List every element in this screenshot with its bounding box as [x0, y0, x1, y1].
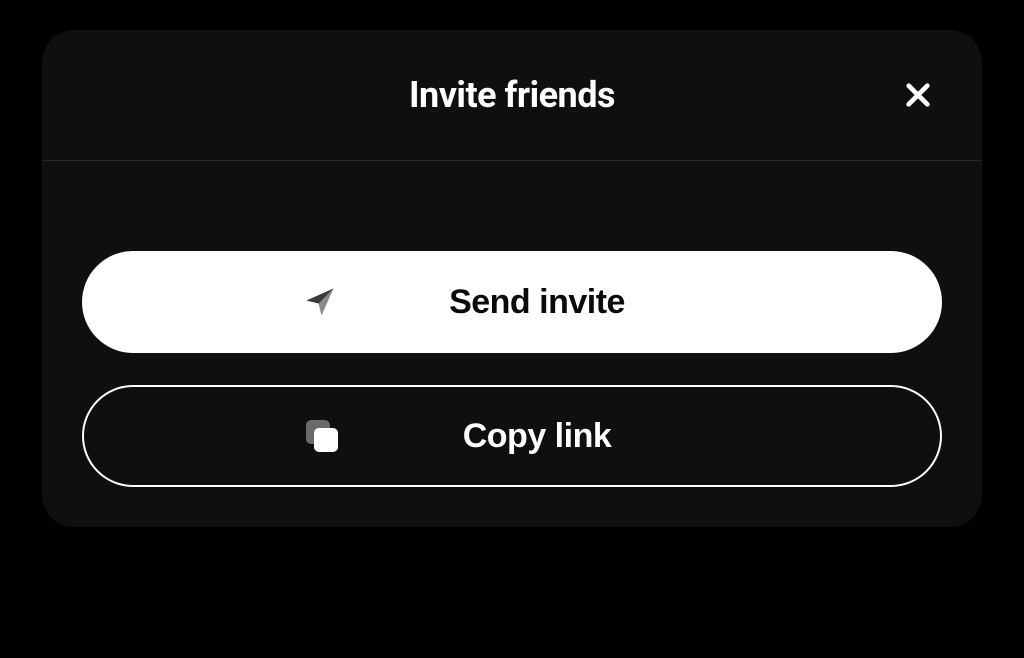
copy-icon [304, 418, 340, 454]
copy-link-button[interactable]: Copy link [82, 385, 942, 487]
send-invite-label: Send invite [449, 283, 625, 322]
close-button[interactable] [894, 71, 942, 119]
send-invite-button[interactable]: Send invite [82, 251, 942, 353]
copy-link-label: Copy link [463, 417, 612, 456]
dialog-body: Send invite Copy link [42, 161, 982, 527]
invite-friends-dialog: Invite friends Send invite [42, 30, 982, 527]
close-icon [902, 79, 934, 111]
dialog-header: Invite friends [42, 30, 982, 161]
dialog-title: Invite friends [409, 74, 615, 116]
send-icon [302, 284, 338, 320]
